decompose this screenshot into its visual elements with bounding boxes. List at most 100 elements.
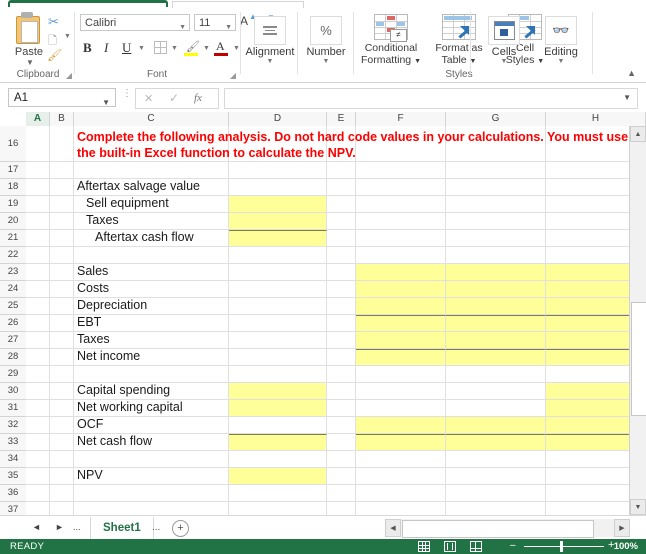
font-color-dropdown-caret[interactable]: ▼ [233, 45, 240, 52]
number-button[interactable]: Number [300, 46, 352, 58]
cell-A19[interactable] [26, 196, 50, 213]
cell-G29[interactable] [446, 366, 546, 383]
cell-G33[interactable] [446, 434, 546, 451]
cell-D36[interactable] [229, 485, 327, 502]
cell-D23[interactable] [229, 264, 327, 281]
cell-A16[interactable] [26, 126, 50, 162]
column-header-B[interactable]: B [50, 112, 74, 126]
horizontal-scrollbar[interactable]: ◀ ▶ [385, 519, 630, 538]
cell-C34[interactable] [74, 451, 229, 468]
underline-button[interactable]: U [122, 40, 131, 56]
cell-G22[interactable] [446, 247, 546, 264]
cell-F26[interactable] [356, 315, 446, 332]
editing-dropdown-caret[interactable]: ▼ [530, 58, 592, 65]
column-header-G[interactable]: G [446, 112, 546, 126]
cell-C21[interactable]: Aftertax cash flow [74, 230, 229, 247]
cell-F23[interactable] [356, 264, 446, 281]
cell-A17[interactable] [26, 162, 50, 179]
cell-A35[interactable] [26, 468, 50, 485]
add-sheet-button[interactable]: + [172, 520, 189, 537]
name-box-caret[interactable]: ▼ [102, 93, 110, 112]
cell-E34[interactable] [327, 451, 356, 468]
cell-D17[interactable] [229, 162, 327, 179]
font-name-combo[interactable]: Calibri ▼ [80, 14, 190, 31]
cell-F37[interactable] [356, 502, 446, 515]
cell-C26[interactable]: EBT [74, 315, 229, 332]
cell-B28[interactable] [50, 349, 74, 366]
cell-C33[interactable]: Net cash flow [74, 434, 229, 451]
underline-dropdown-caret[interactable]: ▼ [138, 45, 145, 52]
horizontal-scroll-thumb[interactable] [402, 520, 594, 538]
clipboard-dialog-launcher[interactable]: ◢ [66, 71, 72, 80]
cell-A21[interactable] [26, 230, 50, 247]
copy-dropdown-caret[interactable]: ▼ [64, 33, 71, 40]
row-header-28[interactable]: 28 [0, 349, 26, 366]
page-break-view-icon[interactable] [470, 541, 482, 552]
formula-input[interactable]: ▼ [224, 88, 638, 109]
cell-B22[interactable] [50, 247, 74, 264]
cell-E37[interactable] [327, 502, 356, 515]
cell-G20[interactable] [446, 213, 546, 230]
font-color-icon[interactable]: A [216, 39, 225, 54]
row-header-19[interactable]: 19 [0, 196, 26, 213]
column-header-H[interactable]: H [546, 112, 646, 126]
editing-button[interactable]: Editing [530, 46, 592, 58]
cell-C32[interactable]: OCF [74, 417, 229, 434]
cell-B24[interactable] [50, 281, 74, 298]
cell-F30[interactable] [356, 383, 446, 400]
cell-D30[interactable] [229, 383, 327, 400]
cell-G31[interactable] [446, 400, 546, 417]
cell-A31[interactable] [26, 400, 50, 417]
font-size-combo[interactable]: 11 ▼ [194, 14, 236, 31]
cell-F34[interactable] [356, 451, 446, 468]
column-header-F[interactable]: F [356, 112, 446, 126]
cell-A22[interactable] [26, 247, 50, 264]
cell-A36[interactable] [26, 485, 50, 502]
row-header-17[interactable]: 17 [0, 162, 26, 179]
cell-G37[interactable] [446, 502, 546, 515]
scroll-right-icon[interactable]: ▶ [614, 519, 630, 537]
paste-button[interactable]: Paste [6, 46, 52, 58]
cell-A24[interactable] [26, 281, 50, 298]
row-header-29[interactable]: 29 [0, 366, 26, 383]
cell-D28[interactable] [229, 349, 327, 366]
alignment-icon[interactable] [254, 16, 286, 45]
cell-D26[interactable] [229, 315, 327, 332]
cell-D27[interactable] [229, 332, 327, 349]
cell-G21[interactable] [446, 230, 546, 247]
cell-B31[interactable] [50, 400, 74, 417]
cell-A20[interactable] [26, 213, 50, 230]
row-header-22[interactable]: 22 [0, 247, 26, 264]
cell-D29[interactable] [229, 366, 327, 383]
active-ribbon-tab[interactable] [8, 0, 168, 7]
cell-B37[interactable] [50, 502, 74, 515]
cell-E28[interactable] [327, 349, 356, 366]
cell-F29[interactable] [356, 366, 446, 383]
cells-dropdown-caret[interactable]: ▼ [478, 58, 530, 65]
cell-C31[interactable]: Net working capital [74, 400, 229, 417]
cell-E33[interactable] [327, 434, 356, 451]
cell-E31[interactable] [327, 400, 356, 417]
cell-B20[interactable] [50, 213, 74, 230]
cell-F20[interactable] [356, 213, 446, 230]
cell-D34[interactable] [229, 451, 327, 468]
cell-F27[interactable] [356, 332, 446, 349]
row-header-32[interactable]: 32 [0, 417, 26, 434]
cell-E29[interactable] [327, 366, 356, 383]
cell-B32[interactable] [50, 417, 74, 434]
cell-E23[interactable] [327, 264, 356, 281]
cell-A30[interactable] [26, 383, 50, 400]
font-size-caret[interactable]: ▼ [225, 19, 232, 36]
alignment-button[interactable]: Alignment [242, 46, 298, 58]
cell-E24[interactable] [327, 281, 356, 298]
sheet-list-dots-right[interactable]: ... [152, 522, 160, 533]
cell-B26[interactable] [50, 315, 74, 332]
cell-E32[interactable] [327, 417, 356, 434]
borders-icon[interactable] [154, 41, 167, 54]
cell-G34[interactable] [446, 451, 546, 468]
cell-D32[interactable] [229, 417, 327, 434]
cell-C17[interactable] [74, 162, 229, 179]
cell-E21[interactable] [327, 230, 356, 247]
row-header-26[interactable]: 26 [0, 315, 26, 332]
cell-C25[interactable]: Depreciation [74, 298, 229, 315]
